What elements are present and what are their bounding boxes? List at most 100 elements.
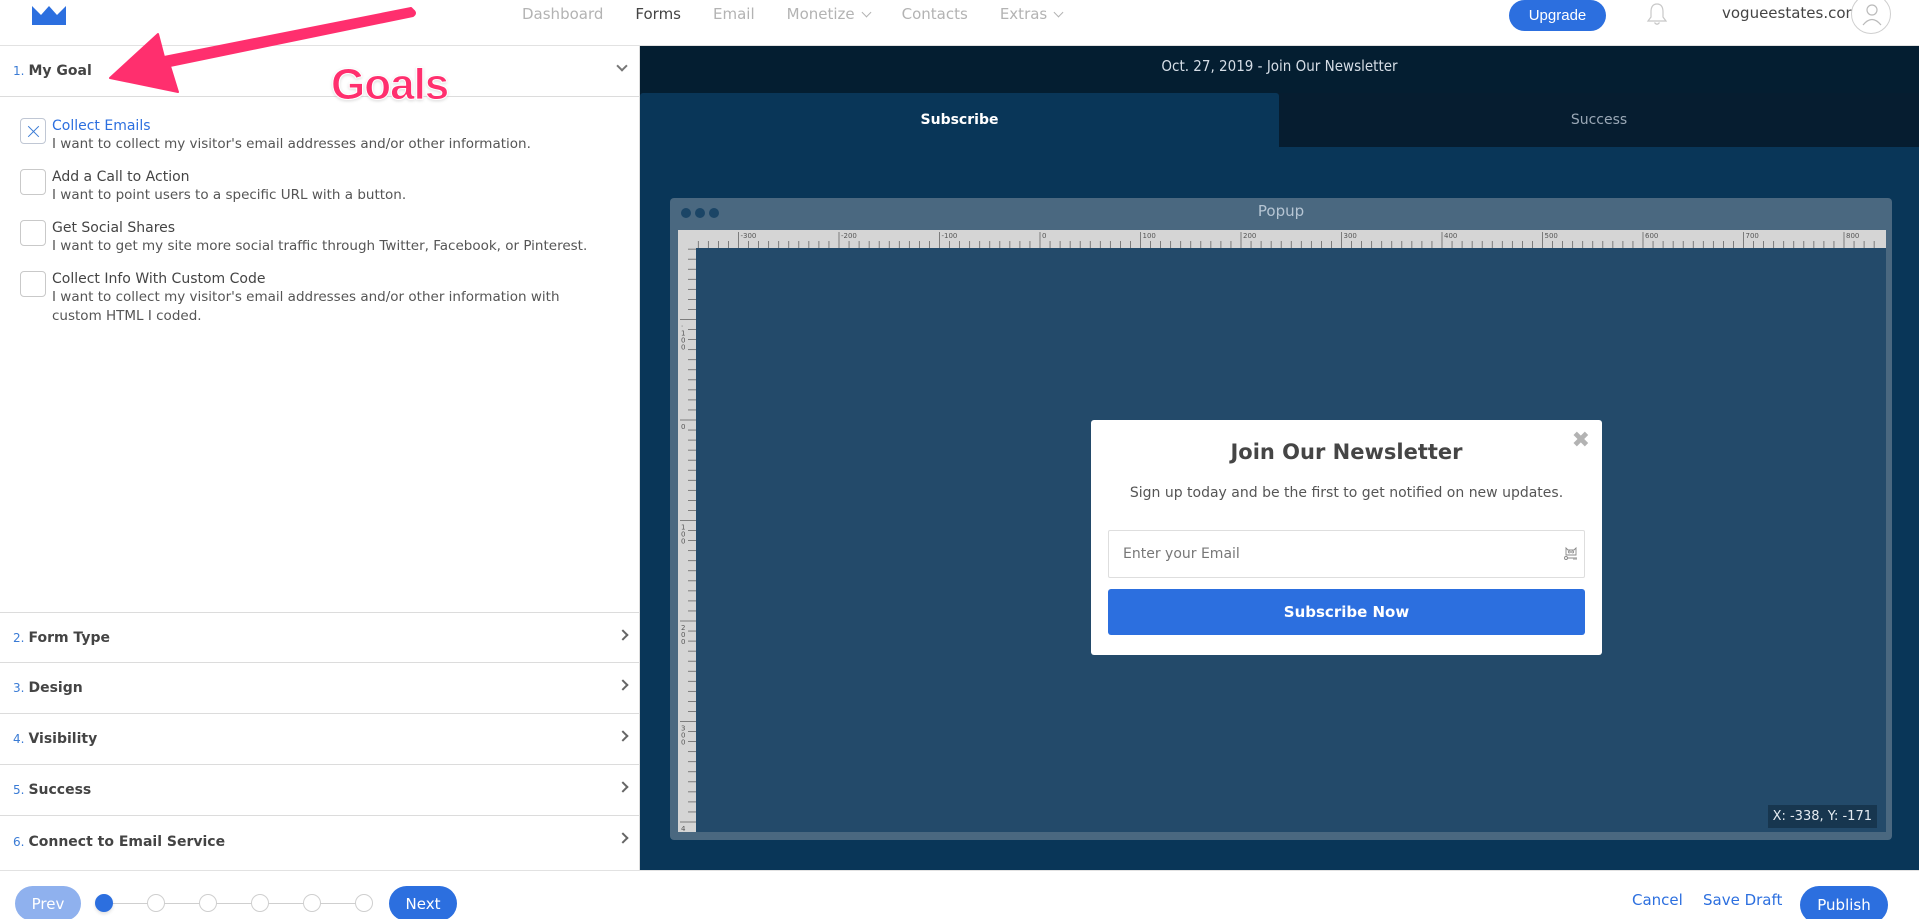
nav-extras[interactable]: Extras bbox=[999, 4, 1064, 24]
ruler-label: 700 bbox=[1746, 232, 1759, 240]
form-preview-panel: Oct. 27, 2019 - Join Our Newsletter Subs… bbox=[640, 46, 1919, 870]
section-design[interactable]: 3. Design bbox=[0, 663, 640, 714]
step-dot-6[interactable] bbox=[355, 894, 373, 912]
cursor-coordinates: X: -338, Y: -171 bbox=[1767, 805, 1877, 828]
goal-checkbox[interactable] bbox=[20, 271, 46, 297]
goal-description: I want to point users to a specific URL … bbox=[52, 187, 407, 203]
goal-option-collect-emails[interactable]: Collect Emails I want to collect my visi… bbox=[20, 117, 620, 154]
goal-checkbox[interactable] bbox=[20, 118, 46, 144]
user-avatar[interactable] bbox=[1851, 0, 1891, 34]
chevron-right-icon bbox=[617, 730, 629, 742]
section-number: 1. bbox=[13, 64, 25, 78]
ruler-label: -100 bbox=[942, 232, 958, 240]
goal-option-call-to-action[interactable]: Add a Call to Action I want to point use… bbox=[20, 168, 620, 205]
nav-monetize[interactable]: Monetize bbox=[786, 4, 872, 24]
next-button[interactable]: Next bbox=[389, 886, 457, 919]
ruler-label: 0 bbox=[1042, 232, 1046, 240]
goal-checkbox[interactable] bbox=[20, 169, 46, 195]
email-input[interactable] bbox=[1108, 530, 1585, 578]
chevron-right-icon bbox=[617, 629, 629, 641]
step-progress bbox=[95, 893, 375, 913]
section-label: Visibility bbox=[28, 731, 98, 747]
section-label: Design bbox=[28, 680, 83, 696]
goal-option-social-shares[interactable]: Get Social Shares I want to get my site … bbox=[20, 219, 620, 256]
design-canvas[interactable]: ✖ Join Our Newsletter Sign up today and … bbox=[696, 248, 1886, 832]
ruler-label: -200 bbox=[841, 232, 857, 240]
popup-subtitle: Sign up today and be the first to get no… bbox=[1129, 485, 1564, 501]
section-number: 4. bbox=[13, 732, 25, 746]
ruler-label: 100 bbox=[1143, 232, 1156, 240]
step-dot-4[interactable] bbox=[251, 894, 269, 912]
ruler-label: 0 bbox=[681, 344, 685, 352]
popup-title: Join Our Newsletter bbox=[1230, 440, 1463, 464]
goal-title: Collect Emails bbox=[52, 118, 151, 134]
section-visibility[interactable]: 4. Visibility bbox=[0, 714, 640, 765]
goal-title: Collect Info With Custom Code bbox=[52, 271, 266, 287]
section-number: 3. bbox=[13, 681, 25, 695]
save-draft-link[interactable]: Save Draft bbox=[1703, 891, 1782, 909]
chevron-right-icon bbox=[617, 781, 629, 793]
upgrade-button[interactable]: Upgrade bbox=[1509, 0, 1606, 31]
user-icon bbox=[1862, 4, 1882, 26]
step-dot-1[interactable] bbox=[95, 894, 113, 912]
section-label: Success bbox=[28, 782, 92, 798]
nav-contacts[interactable]: Contacts bbox=[902, 4, 968, 24]
nav-label: Forms bbox=[635, 5, 681, 23]
nav-dashboard[interactable]: Dashboard bbox=[522, 4, 603, 24]
step-dot-5[interactable] bbox=[303, 894, 321, 912]
ruler-label: 600 bbox=[1645, 232, 1658, 240]
ruler-label: 0 bbox=[681, 739, 685, 747]
goal-checkbox[interactable] bbox=[20, 220, 46, 246]
section-label: My Goal bbox=[28, 63, 92, 79]
goal-option-custom-code[interactable]: Collect Info With Custom Code I want to … bbox=[20, 270, 620, 326]
step-dot-2[interactable] bbox=[147, 894, 165, 912]
subscribe-now-button[interactable]: Subscribe Now bbox=[1108, 589, 1585, 635]
ruler-label: 0 bbox=[681, 423, 685, 431]
ruler-label: 300 bbox=[1344, 232, 1357, 240]
section-label: Form Type bbox=[28, 629, 110, 646]
ruler-label: 500 bbox=[1545, 232, 1558, 240]
nav-email[interactable]: Email bbox=[713, 4, 755, 24]
popup-preview-window: Popup -300 -200 -100 0 100 200 300 400 500 600 700… bbox=[670, 198, 1892, 840]
goal-description: I want to collect my visitor's email add… bbox=[52, 136, 531, 152]
section-connect-email-service[interactable]: 6. Connect to Email Service bbox=[0, 816, 640, 867]
goal-title: Get Social Shares bbox=[52, 220, 176, 236]
ruler-label: 4 bbox=[681, 825, 686, 832]
nav-label: Extras bbox=[999, 5, 1048, 23]
publish-button[interactable]: Publish bbox=[1800, 886, 1888, 919]
goal-title: Add a Call to Action bbox=[52, 169, 190, 185]
ruler-label: 0 bbox=[681, 538, 685, 546]
nav-forms[interactable]: Forms bbox=[635, 4, 681, 24]
newsletter-popup: ✖ Join Our Newsletter Sign up today and … bbox=[1091, 420, 1602, 655]
chevron-down-icon bbox=[616, 60, 628, 72]
password-manager-icon[interactable] bbox=[1563, 546, 1579, 562]
ruler-label: 0 bbox=[681, 638, 685, 646]
account-label: vogueestates.com bbox=[1722, 4, 1861, 22]
bell-icon[interactable] bbox=[1646, 1, 1668, 27]
chevron-right-icon bbox=[617, 832, 629, 844]
tab-success[interactable]: Success bbox=[1279, 93, 1919, 147]
section-success[interactable]: 5. Success bbox=[0, 765, 640, 816]
cancel-link[interactable]: Cancel bbox=[1632, 891, 1683, 909]
nav-label: Monetize bbox=[786, 5, 855, 23]
nav-label: Contacts bbox=[901, 5, 968, 23]
ruler-label: 400 bbox=[1444, 232, 1457, 240]
crown-logo-icon[interactable] bbox=[30, 4, 68, 26]
goal-description: I want to get my site more social traffi… bbox=[52, 238, 588, 254]
ruler-label: 200 bbox=[1243, 232, 1256, 240]
prev-button[interactable]: Prev bbox=[15, 886, 81, 919]
preview-title: Oct. 27, 2019 - Join Our Newsletter bbox=[640, 46, 1919, 93]
vertical-ruler: ·10001002003004 bbox=[678, 248, 696, 832]
chevron-down-icon bbox=[861, 7, 872, 17]
chevron-right-icon bbox=[617, 679, 629, 691]
goal-description: I want to collect my visitor's email add… bbox=[52, 289, 560, 324]
horizontal-ruler: -300 -200 -100 0 100 200 300 400 500 600 700 800 bbox=[678, 230, 1886, 248]
form-builder-steps-panel: 1. My Goal Collect Emails I want to coll… bbox=[0, 46, 640, 870]
ruler-label: 800 bbox=[1846, 232, 1859, 240]
section-form-type[interactable]: 2. Form Type bbox=[0, 612, 640, 663]
nav-label: Dashboard bbox=[522, 5, 604, 23]
section-number: 2. bbox=[13, 630, 25, 645]
main-nav: Dashboard Forms Email Monetize Contacts … bbox=[522, 4, 1094, 24]
step-dot-3[interactable] bbox=[199, 894, 217, 912]
tab-subscribe[interactable]: Subscribe bbox=[640, 93, 1279, 147]
